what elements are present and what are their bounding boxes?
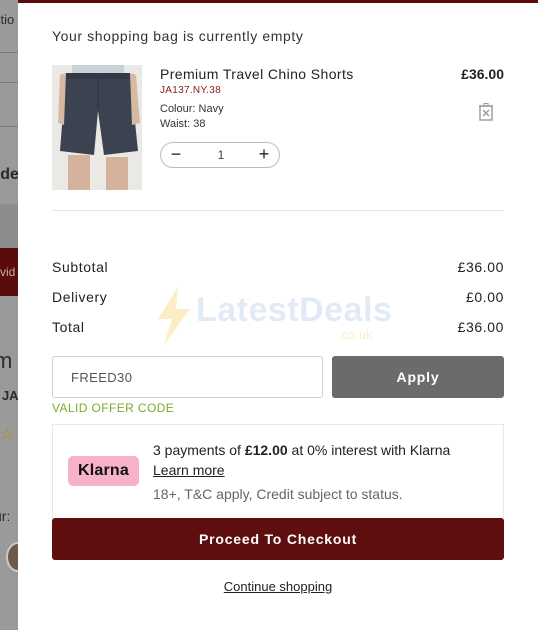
item-name[interactable]: Premium Travel Chino Shorts xyxy=(160,66,354,82)
quantity-value[interactable]: 1 xyxy=(193,143,249,167)
decrease-quantity-button[interactable]: − xyxy=(163,143,189,167)
total-value: £36.00 xyxy=(457,319,504,335)
bg-text-fragment: rde xyxy=(0,166,19,183)
delivery-row: Delivery £0.00 xyxy=(52,289,504,305)
divider xyxy=(52,210,504,211)
promo-code-input[interactable] xyxy=(52,356,323,398)
bg-text-fragment: vid xyxy=(0,265,16,279)
proceed-to-checkout-button[interactable]: Proceed To Checkout xyxy=(52,518,504,560)
total-row: Total £36.00 xyxy=(52,319,504,335)
bg-divider xyxy=(0,126,18,127)
klarna-prefix: 3 payments of xyxy=(153,442,245,458)
chino-shorts-image xyxy=(52,65,142,190)
subtotal-label: Subtotal xyxy=(52,259,109,275)
empty-bag-message: Your shopping bag is currently empty xyxy=(52,28,304,44)
quantity-stepper: − 1 + xyxy=(160,142,280,168)
bg-text-fragment: t: xyxy=(0,592,1,607)
subtotal-value: £36.00 xyxy=(457,259,504,275)
subtotal-row: Subtotal £36.00 xyxy=(52,259,504,275)
klarna-payments-text: 3 payments of £12.00 at 0% interest with… xyxy=(153,442,450,458)
bg-text-fragment: ctio xyxy=(0,12,15,27)
delivery-value: £0.00 xyxy=(465,289,504,305)
klarna-logo: Klarna xyxy=(68,456,139,486)
bg-text-fragment: ur: xyxy=(0,508,11,524)
bg-banner: vid xyxy=(0,248,18,296)
bg-text-fragment: m xyxy=(0,348,13,373)
bg-text-fragment: : JA xyxy=(0,388,19,403)
klarna-terms: 18+, T&C apply, Credit subject to status… xyxy=(153,486,403,502)
delivery-label: Delivery xyxy=(52,289,108,305)
cart-drawer: Your shopping bag is currently empty Pre… xyxy=(18,0,538,630)
bg-divider xyxy=(0,52,18,53)
klarna-suffix: at 0% interest with Klarna xyxy=(287,442,451,458)
klarna-learn-more-link[interactable]: Learn more xyxy=(153,462,225,478)
total-label: Total xyxy=(52,319,85,335)
item-price: £36.00 xyxy=(461,66,504,82)
bg-band xyxy=(0,204,18,248)
star-icon: ☆ xyxy=(0,426,15,443)
item-waist: Waist: 38 xyxy=(160,118,206,130)
increase-quantity-button[interactable]: + xyxy=(251,143,277,167)
valid-offer-message: VALID OFFER CODE xyxy=(52,401,175,415)
remove-item-icon[interactable] xyxy=(478,103,494,121)
klarna-amount: £12.00 xyxy=(244,442,288,458)
klarna-box: Klarna 3 payments of £12.00 at 0% intere… xyxy=(52,424,504,519)
cart-item: Premium Travel Chino Shorts JA137.NY.38 … xyxy=(52,65,504,190)
item-colour: Colour: Navy xyxy=(160,103,224,115)
bg-divider xyxy=(0,82,18,83)
continue-shopping-link[interactable]: Continue shopping xyxy=(18,579,538,594)
product-image[interactable] xyxy=(52,65,142,190)
item-sku: JA137.NY.38 xyxy=(160,85,221,96)
apply-button[interactable]: Apply xyxy=(332,356,504,398)
